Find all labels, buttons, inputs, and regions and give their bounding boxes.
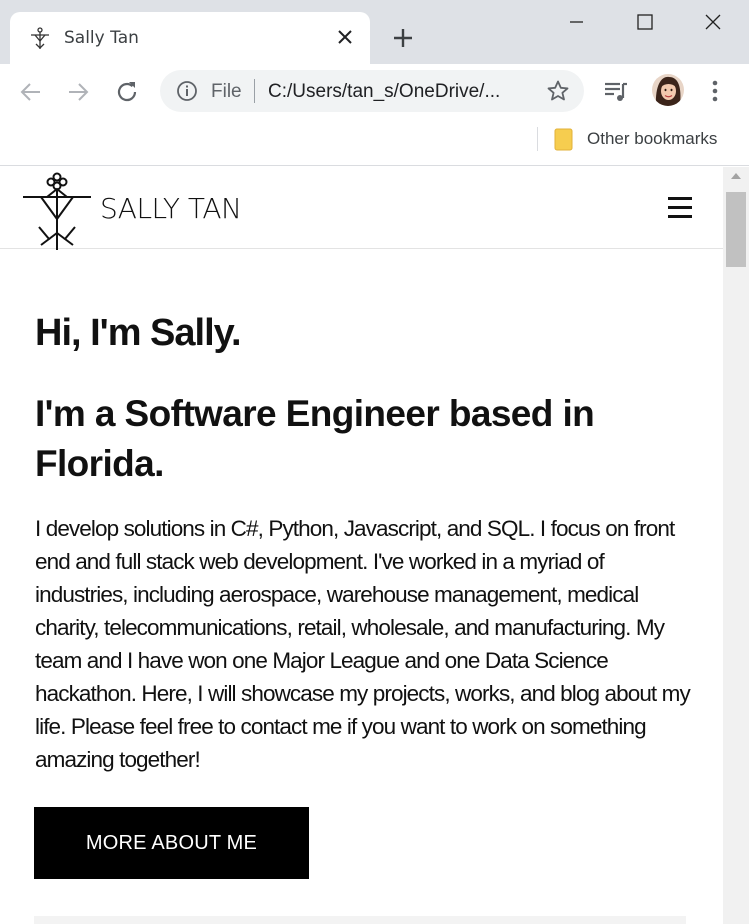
minimize-icon[interactable] (553, 8, 599, 38)
profile-avatar-icon (652, 74, 684, 106)
url-scheme: File (211, 81, 242, 102)
scroll-thumb[interactable] (726, 192, 746, 267)
kebab-menu-icon[interactable] (704, 78, 726, 104)
hero-tagline: I'm a Software Engineer based in Florida… (35, 393, 595, 484)
logo-icon[interactable] (21, 171, 93, 251)
media-queue-icon[interactable] (603, 78, 629, 104)
forward-arrow-icon[interactable] (64, 78, 92, 106)
omnibox-divider (254, 79, 255, 103)
page-viewport: SALLY TAN Hi, I'm Sally. I'm a Software … (0, 167, 723, 924)
maximize-icon[interactable] (622, 8, 668, 38)
hero-bio: I develop solutions in C#, Python, Javas… (35, 516, 691, 772)
star-icon[interactable] (546, 79, 570, 103)
other-bookmarks-link[interactable]: Other bookmarks (587, 129, 717, 149)
plus-icon[interactable] (390, 25, 416, 51)
bookmarks-bar: Other bookmarks (0, 120, 749, 166)
browser-tab-active[interactable]: Sally Tan (10, 12, 370, 64)
scroll-up-arrow-icon[interactable] (731, 173, 741, 179)
hero-greeting: Hi, I'm Sally. (35, 312, 242, 354)
page-scrollbar[interactable] (723, 167, 749, 924)
tab-strip: Sally Tan (0, 0, 749, 64)
address-bar[interactable]: File C:/Users/tan_s/OneDrive/... (160, 70, 584, 112)
site-header: SALLY TAN (0, 167, 723, 251)
folder-icon (554, 128, 573, 151)
site-name[interactable]: SALLY TAN (100, 192, 242, 225)
window-close-icon[interactable] (690, 8, 736, 38)
reload-icon[interactable] (113, 78, 141, 106)
url-text[interactable]: C:/Users/tan_s/OneDrive/... (268, 81, 500, 103)
tab-favicon-icon (31, 27, 49, 49)
avatar[interactable] (652, 74, 684, 106)
bookmarks-divider (537, 127, 538, 151)
browser-toolbar: File C:/Users/tan_s/OneDrive/... (0, 64, 749, 120)
info-icon[interactable] (176, 80, 198, 102)
more-about-me-button[interactable]: MORE ABOUT ME (34, 807, 309, 879)
tab-title: Sally Tan (64, 28, 139, 48)
back-arrow-icon[interactable] (17, 78, 45, 106)
next-section-edge (34, 916, 686, 924)
close-icon[interactable] (334, 26, 356, 48)
hamburger-menu-icon[interactable] (668, 197, 692, 219)
